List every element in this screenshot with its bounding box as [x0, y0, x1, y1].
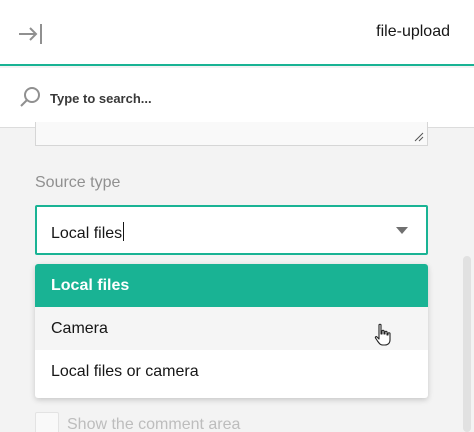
comment-area-checkbox-row[interactable]: Show the comment area	[35, 412, 295, 432]
option-local-files-or-camera[interactable]: Local files or camera	[35, 350, 428, 393]
search-input[interactable]	[50, 86, 430, 110]
comment-textarea[interactable]	[35, 122, 428, 146]
select-current-value: Local files	[51, 222, 125, 243]
text-cursor	[123, 222, 125, 241]
hand-pointer-icon	[374, 323, 391, 346]
search-icon	[20, 87, 40, 107]
option-camera[interactable]: Camera	[35, 307, 428, 350]
header-title: file-upload	[376, 23, 450, 40]
dropdown-list: Local files Camera Local files or camera	[35, 264, 428, 398]
option-local-files[interactable]: Local files	[35, 264, 428, 307]
comment-area-checkbox[interactable]	[35, 412, 59, 432]
resize-handle-icon[interactable]	[414, 132, 424, 142]
scrollbar-thumb[interactable]	[463, 256, 471, 432]
property-grid-header: file-upload	[0, 0, 474, 66]
collapse-panel-icon[interactable]	[18, 22, 44, 46]
checkbox-label: Show the comment area	[67, 416, 241, 432]
question-title: Source type	[35, 174, 121, 191]
chevron-down-icon[interactable]	[396, 227, 408, 235]
source-type-select[interactable]: Local files	[35, 205, 428, 255]
